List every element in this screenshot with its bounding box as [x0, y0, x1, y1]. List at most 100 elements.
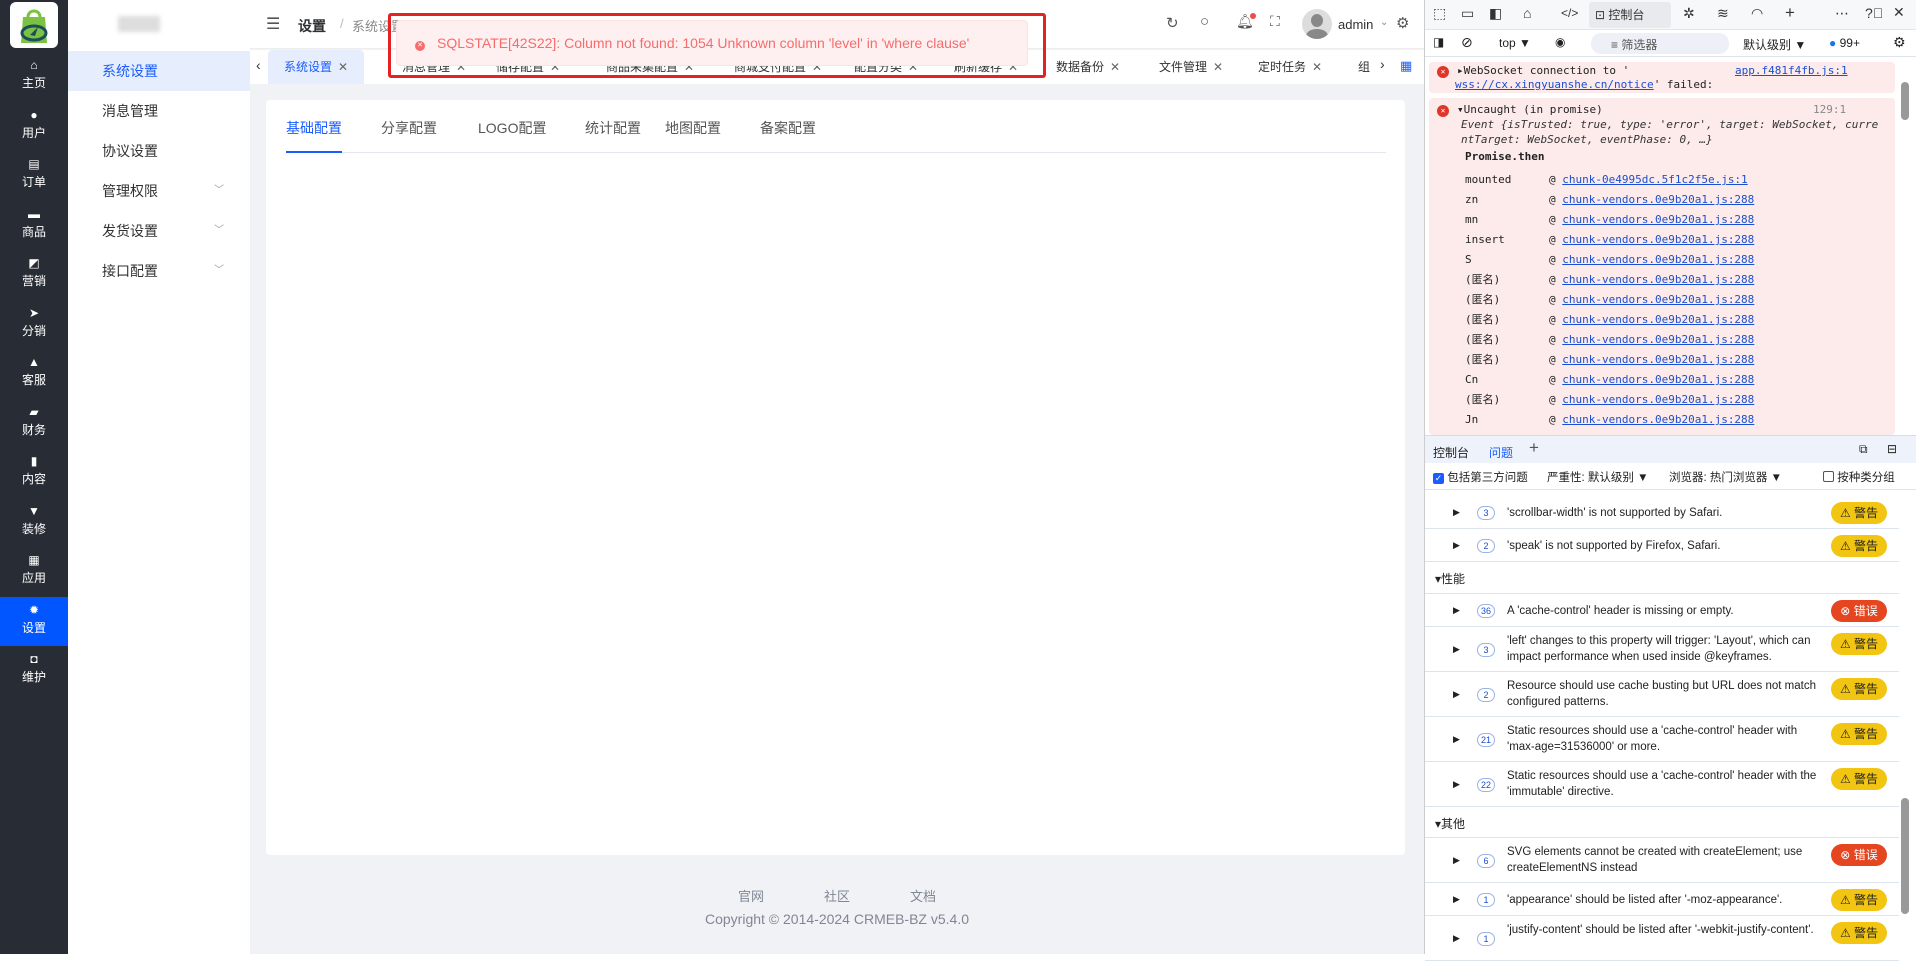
source-link[interactable]: app.f481f4fb.js:1: [1735, 64, 1848, 77]
settings-icon[interactable]: ⚙: [1396, 14, 1409, 32]
bell-icon[interactable]: 🔔︎: [1236, 13, 1256, 30]
menu-toggle-icon[interactable]: ☰: [266, 14, 280, 34]
issue-group[interactable]: ▾性能: [1425, 562, 1899, 594]
close-tab-icon[interactable]: ✕: [1312, 60, 1322, 74]
config-tab[interactable]: 分享配置: [381, 118, 437, 138]
expand-icon[interactable]: ▶: [1453, 855, 1460, 866]
issue-row[interactable]: ▶ 22 Static resources should use a 'cache-…: [1425, 762, 1899, 807]
submenu-item[interactable]: 管理权限 ﹀: [68, 171, 250, 211]
nav-item[interactable]: ▼ 装修: [0, 498, 68, 547]
submenu-item[interactable]: 协议设置: [68, 131, 250, 171]
nav-item[interactable]: ● 用户: [0, 102, 68, 151]
fullscreen-icon[interactable]: ⛶: [1270, 13, 1280, 30]
source-link[interactable]: chunk-vendors.0e9b20a1.js:288: [1562, 293, 1754, 306]
config-tab[interactable]: LOGO配置: [478, 118, 546, 138]
footer-link[interactable]: 社区: [824, 889, 850, 904]
add-drawer-tab-icon[interactable]: +: [1529, 438, 1539, 458]
ws-url-link[interactable]: wss://cx.xingyuanshe.cn/notice: [1455, 78, 1654, 91]
issue-row[interactable]: ▶ 3 'left' changes to this property will t…: [1425, 627, 1899, 672]
group-checkbox[interactable]: 按种类分组: [1823, 469, 1895, 485]
more-icon[interactable]: ⋯: [1835, 5, 1849, 22]
bug-icon[interactable]: ✲: [1683, 5, 1695, 22]
nav-item[interactable]: ➤ 分销: [0, 300, 68, 349]
nav-item[interactable]: ▰ 财务: [0, 399, 68, 448]
filter-input[interactable]: ≡ 筛选器: [1591, 33, 1729, 54]
expand-icon[interactable]: ▶: [1453, 894, 1460, 905]
source-link[interactable]: chunk-0e4995dc.5f1c2f5e.js:1: [1562, 173, 1747, 186]
nav-item[interactable]: ▬ 商品: [0, 201, 68, 250]
source-link[interactable]: chunk-vendors.0e9b20a1.js:288: [1562, 253, 1754, 266]
undock-icon[interactable]: ⧉: [1859, 442, 1868, 457]
issue-row[interactable]: ▶ 6 SVG elements cannot be created with cr…: [1425, 838, 1899, 883]
issue-group[interactable]: ▾其他: [1425, 807, 1899, 838]
refresh-icon[interactable]: ↻: [1166, 14, 1179, 32]
source-link[interactable]: chunk-vendors.0e9b20a1.js:288: [1562, 333, 1754, 346]
footer-link[interactable]: 文档: [910, 889, 936, 904]
performance-icon[interactable]: ◠: [1751, 5, 1763, 22]
nav-item[interactable]: ▲ 客服: [0, 349, 68, 398]
add-tab-icon[interactable]: +: [1785, 3, 1795, 23]
expand-icon[interactable]: ▶: [1453, 540, 1460, 551]
nav-item[interactable]: ▤ 订单: [0, 151, 68, 200]
tab-console[interactable]: ⊡ 控制台: [1589, 2, 1671, 28]
nav-item[interactable]: ▦ 应用: [0, 547, 68, 596]
chevron-down-icon[interactable]: ⌄: [1380, 17, 1388, 28]
help-icon[interactable]: ?⃝: [1865, 5, 1883, 21]
dock-icon[interactable]: ◧: [1489, 5, 1502, 22]
event-object[interactable]: Event {isTrusted: true, type: 'error', t…: [1461, 117, 1881, 147]
submenu-item[interactable]: 发货设置 ﹀: [68, 211, 250, 251]
expand-icon[interactable]: ▶: [1453, 779, 1460, 790]
eye-icon[interactable]: ◉: [1555, 35, 1565, 49]
sidebar-toggle-icon[interactable]: ◨: [1433, 35, 1444, 49]
close-tab-icon[interactable]: ✕: [1110, 60, 1120, 74]
issue-row[interactable]: ▶ 21 Static resources should use a 'cache-…: [1425, 717, 1899, 762]
source-link[interactable]: chunk-vendors.0e9b20a1.js:288: [1562, 213, 1754, 226]
elements-icon[interactable]: </>: [1561, 6, 1578, 20]
drawer-dock-icon[interactable]: ⊟: [1887, 442, 1897, 456]
issue-row[interactable]: ▶ 3 'scrollbar-width' is not supported by …: [1425, 497, 1899, 529]
page-tab[interactable]: 组: [1358, 50, 1370, 84]
welcome-icon[interactable]: ⌂: [1523, 5, 1531, 21]
console-scrollbar[interactable]: [1901, 60, 1911, 430]
close-icon[interactable]: ✕: [1893, 4, 1905, 21]
inspect-icon[interactable]: ⬚: [1433, 5, 1446, 22]
submenu-item[interactable]: 接口配置 ﹀: [68, 251, 250, 291]
expand-icon[interactable]: ▶: [1453, 644, 1460, 655]
source-link[interactable]: chunk-vendors.0e9b20a1.js:288: [1562, 413, 1754, 426]
tabs-prev-icon[interactable]: ‹: [256, 57, 261, 73]
expand-icon[interactable]: ▶: [1453, 689, 1460, 700]
device-icon[interactable]: ▭: [1461, 5, 1474, 22]
drawer-tab-issues[interactable]: 问题: [1489, 444, 1513, 461]
logo[interactable]: [10, 2, 58, 48]
expand-icon[interactable]: ▶: [1453, 605, 1460, 616]
close-tab-icon[interactable]: ✕: [338, 60, 348, 74]
footer-link[interactable]: 官网: [738, 889, 764, 904]
expand-icon[interactable]: ▶: [1453, 933, 1460, 944]
breadcrumb-root[interactable]: 设置: [298, 16, 326, 36]
close-tab-icon[interactable]: ✕: [1213, 60, 1223, 74]
page-tab[interactable]: 数据备份 ✕: [1056, 50, 1120, 84]
issue-row[interactable]: ▶ 1 'appearance' should be listed after '-…: [1425, 883, 1899, 916]
source-link[interactable]: chunk-vendors.0e9b20a1.js:288: [1562, 373, 1754, 386]
config-tab[interactable]: 备案配置: [760, 118, 816, 138]
source-link[interactable]: chunk-vendors.0e9b20a1.js:288: [1562, 193, 1754, 206]
expand-icon[interactable]: ▶: [1453, 734, 1460, 745]
expand-icon[interactable]: ▶: [1453, 507, 1460, 518]
grid-icon[interactable]: ▦: [1400, 58, 1412, 74]
page-tab[interactable]: 文件管理 ✕: [1159, 50, 1223, 84]
config-tab[interactable]: 统计配置: [585, 118, 641, 138]
nav-item[interactable]: ◩ 营销: [0, 250, 68, 299]
source-link[interactable]: chunk-vendors.0e9b20a1.js:288: [1562, 273, 1754, 286]
tabs-next-icon[interactable]: ›: [1376, 56, 1389, 72]
username[interactable]: admin: [1338, 17, 1373, 32]
nav-item[interactable]: ◘ 维护: [0, 646, 68, 695]
network-icon[interactable]: ≋: [1717, 5, 1729, 22]
search-icon[interactable]: ○: [1200, 13, 1209, 30]
drawer-tab-console[interactable]: 控制台: [1433, 444, 1469, 461]
page-tab[interactable]: 定时任务 ✕: [1258, 50, 1322, 84]
issues-scrollbar[interactable]: [1901, 496, 1911, 950]
level-select[interactable]: 默认级别 ▼: [1743, 36, 1806, 53]
third-party-checkbox[interactable]: ✓ 包括第三方问题: [1433, 469, 1528, 485]
nav-item[interactable]: ✹ 设置: [0, 596, 68, 646]
page-tab[interactable]: 系统设置 ✕: [268, 50, 365, 84]
